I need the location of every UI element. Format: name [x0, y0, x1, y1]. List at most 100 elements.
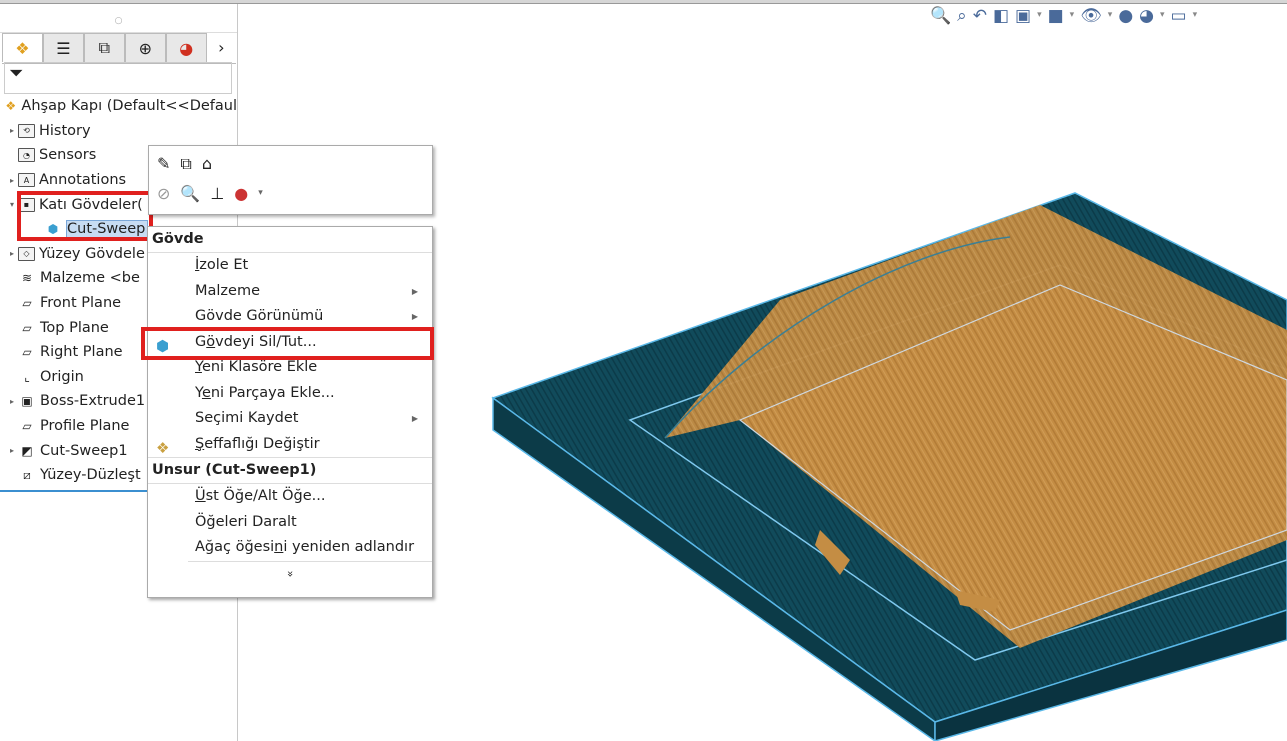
menu-item-label: st Öğe/Alt Öğe... [205, 488, 326, 504]
tree-root[interactable]: ❖ Ahşap Kapı (Default<<Defaul [0, 94, 237, 119]
menu-item-label: ğ [206, 513, 216, 530]
crosshair-icon: ⊕ [138, 38, 153, 58]
tree-item-label: Top Plane [40, 319, 109, 336]
appearance-icon[interactable]: ● [234, 184, 248, 203]
menu-item[interactable]: Malzeme ▶ [148, 279, 432, 305]
zoom-to-area-icon[interactable]: ⌕ [957, 6, 967, 26]
menu-item-label: Ağaç öğesi [195, 539, 275, 555]
menu-item-label: i yeniden adlandır [283, 539, 415, 555]
plane-icon: ▱ [22, 419, 32, 434]
context-menu: Gövde İzole Et Malzeme ▶ Gövde Görünümü ▶ ⬢ Gö… [147, 226, 433, 598]
menu-item-label: Malzeme [195, 282, 261, 299]
submenu-arrow-icon: ▶ [411, 414, 418, 423]
menu-item[interactable]: Yeni Parçaya Ekle... [148, 381, 432, 407]
menu-item-label: Seçimi Kaydet [195, 410, 299, 426]
tree-item-label: Annotations [39, 172, 127, 189]
tree-filter[interactable]: ⏷ [4, 62, 232, 94]
submenu-arrow-icon: ▶ [411, 286, 418, 296]
panel-tabs: ❖ ☰ ⧉ ⊕ ◕ › [2, 33, 236, 64]
menu-item-label: Gövde Görünümü [195, 308, 324, 324]
tree-item-label: Boss-Extrude1 [40, 393, 146, 410]
chevron-down-icon[interactable]: ▾ [1193, 10, 1198, 26]
plane-icon: ▱ [22, 296, 32, 311]
previous-view-icon[interactable]: ↶ [973, 6, 987, 26]
extrude-icon: ▣ [21, 394, 33, 409]
tree-item-label: Origin [40, 368, 84, 385]
highlight-delete-keep-body [141, 327, 434, 360]
tree-item-label: Cut-Sweep1 [40, 442, 128, 459]
menu-item-label: e [201, 384, 211, 401]
tree-item-label: Yüzey-Düzleşt [40, 467, 141, 484]
tree-item-label: Malzeme <be [40, 270, 140, 287]
context-toolbar: ✎ ⧉ ⌂ ⊘ 🔍 ⊥ ● ▾ [148, 145, 433, 215]
more-tabs-button[interactable]: › [207, 33, 236, 61]
hide-icon[interactable]: ⊘ [157, 184, 170, 203]
surface-flatten-icon: ⧄ [23, 467, 31, 482]
chevron-down-icon[interactable]: ▾ [258, 188, 263, 203]
menu-section-body: Gövde [152, 231, 204, 247]
tab-configuration-manager[interactable]: ⧉ [83, 33, 125, 62]
chevron-down-icon[interactable]: ▾ [1070, 10, 1075, 26]
menu-item[interactable]: Gövde Görünümü ▶ [148, 304, 432, 330]
view-toolbar: 🔍 ⌕ ↶ ◧ ▣ ▾ ■ ▾ 👁 ▾ ● ◕ ▾ ▭ ▾ [930, 6, 1197, 26]
expand-arrow-icon[interactable]: ▸ [6, 397, 18, 406]
sweep-icon: ◩ [21, 443, 33, 458]
menu-item-label: effaflığı Değiştir [204, 435, 320, 452]
tree-item[interactable]: ▸ ⟲ History [0, 119, 237, 144]
menu-item[interactable]: Seçimi Kaydet ▶ [148, 406, 432, 432]
menu-item[interactable]: İzole Et [148, 253, 432, 279]
zoom-to-fit-icon[interactable]: 🔍 [930, 6, 951, 26]
section-view-icon[interactable]: ◧ [993, 6, 1009, 26]
scene-icon[interactable]: ◕ [1139, 6, 1154, 26]
tab-property-manager[interactable]: ☰ [42, 33, 84, 62]
chevron-down-icon[interactable]: ▾ [1160, 10, 1165, 26]
tab-dimxpert[interactable]: ⊕ [124, 33, 166, 62]
transparency-icon: ❖ [156, 438, 170, 457]
menu-item-label: Ş [195, 435, 205, 452]
menu-item-label: ni Parçaya Ekle... [210, 384, 335, 401]
submenu-arrow-icon: ▶ [411, 312, 418, 321]
view-orientation-icon[interactable]: ▣ [1015, 6, 1031, 26]
origin-icon: ⌞ [24, 369, 30, 384]
display-style-icon[interactable]: ■ [1048, 6, 1064, 26]
panel-grip[interactable]: ○ [0, 10, 237, 33]
menu-item-label: eni Klasöre Ekle [201, 359, 318, 375]
expand-arrow-icon[interactable]: ▸ [6, 176, 18, 185]
zoom-to-selection-icon[interactable]: 🔍 [180, 184, 200, 203]
plane-icon: ▱ [22, 320, 32, 335]
edit-feature-icon[interactable]: ✎ [157, 154, 170, 174]
chevron-down-icon[interactable]: ▾ [1108, 10, 1113, 26]
tree-item-label: Front Plane [40, 295, 122, 312]
tree-item-label: History [39, 122, 91, 139]
sensors-folder-icon: ◔ [18, 148, 35, 163]
configuration-icon: ⧉ [98, 38, 111, 57]
chevron-down-icon[interactable]: ▾ [1037, 10, 1042, 26]
combine-icon[interactable]: ⌂ [202, 154, 212, 174]
expand-arrow-icon[interactable]: ▸ [6, 126, 18, 135]
part-icon: ❖ [5, 99, 17, 114]
display-settings-icon[interactable]: ▭ [1171, 6, 1187, 26]
menu-item-label: Ü [195, 488, 206, 504]
tree-item-label: Profile Plane [40, 418, 130, 435]
highlight-solid-bodies [17, 191, 153, 241]
menu-item-label: Ö [195, 513, 207, 530]
move-copy-body-icon[interactable]: ⧉ [180, 154, 191, 174]
appearance-ball-icon: ◕ [179, 38, 194, 58]
tree-root-label: Ahşap Kapı (Default<<Defaul [21, 98, 237, 115]
property-list-icon: ☰ [56, 38, 71, 58]
material-icon: ≋ [21, 271, 33, 286]
plane-icon: ▱ [22, 345, 32, 360]
expand-arrow-icon[interactable]: ▸ [6, 249, 18, 258]
hide-show-icon[interactable]: 👁 [1080, 6, 1102, 26]
menu-separator [188, 560, 432, 562]
edit-appearance-icon[interactable]: ● [1118, 6, 1133, 26]
filter-icon: ⏷ [9, 63, 24, 84]
normal-to-icon[interactable]: ⊥ [210, 184, 224, 203]
expand-menu-button[interactable]: » [278, 432, 302, 716]
tab-feature-manager[interactable]: ❖ [2, 33, 43, 62]
chevron-right-icon: › [218, 37, 225, 57]
tree-item-label: Sensors [39, 147, 97, 164]
tab-display-manager[interactable]: ◕ [165, 33, 207, 62]
annotations-folder-icon: A [18, 173, 35, 188]
expand-arrow-icon[interactable]: ▸ [6, 446, 18, 455]
